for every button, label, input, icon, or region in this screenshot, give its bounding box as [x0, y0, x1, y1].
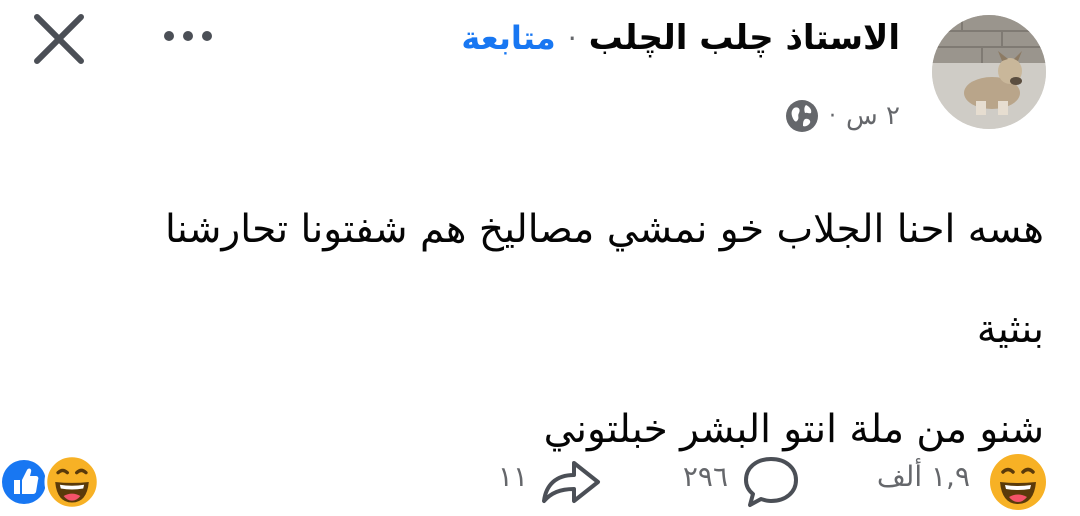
shares-count[interactable]: ١١: [498, 460, 528, 493]
post-body: هسه احنا الجلاب خو نمشي مصاليخ هم شفتونا…: [104, 180, 1044, 480]
close-button[interactable]: [30, 12, 88, 66]
follow-button[interactable]: متابعة: [461, 19, 555, 57]
post-line-2: بنثية: [976, 307, 1044, 352]
close-icon: [34, 14, 84, 64]
author-name[interactable]: الاستاذ چلب الچلب: [589, 18, 900, 58]
more-options-button[interactable]: [158, 22, 222, 50]
reaction-summary[interactable]: [2, 454, 100, 510]
post-meta: ٢ س ·: [785, 92, 900, 140]
comments-count[interactable]: ٢٩٦: [683, 460, 728, 493]
reactions-count[interactable]: ١,٩ ألف: [877, 460, 970, 493]
haha-reaction-icon: [990, 454, 1046, 510]
comment-icon: [744, 457, 798, 507]
globe-icon[interactable]: [785, 99, 819, 133]
post-header: الاستاذ چلب الچلب · متابعة: [461, 10, 900, 66]
haha-reaction-small-icon: [44, 454, 100, 510]
header-separator: ·: [567, 21, 577, 55]
meta-separator: ·: [829, 103, 837, 129]
share-button[interactable]: [540, 455, 602, 507]
author-avatar[interactable]: [932, 15, 1046, 129]
reaction-button[interactable]: [988, 452, 1048, 512]
share-icon: [542, 461, 600, 503]
post-time[interactable]: ٢ س: [846, 101, 900, 131]
post-line-1: هسه احنا الجلاب خو نمشي مصاليخ هم شفتونا…: [165, 207, 1044, 252]
dog-avatar-image: [932, 15, 1046, 129]
more-icon: [164, 31, 212, 41]
comment-button[interactable]: [742, 455, 800, 509]
